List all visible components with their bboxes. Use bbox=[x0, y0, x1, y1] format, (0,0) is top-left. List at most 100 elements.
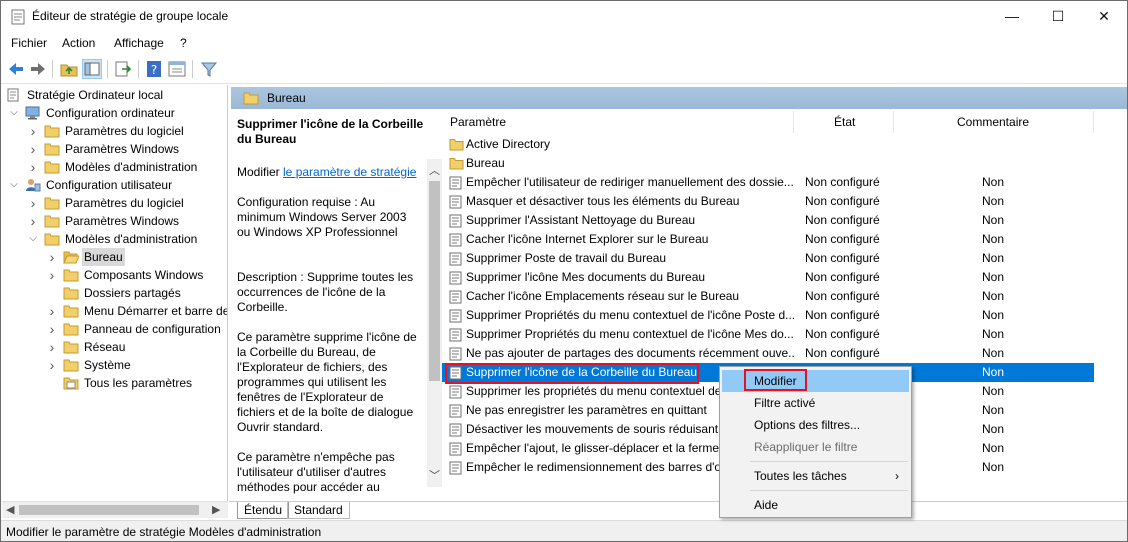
column-divider[interactable] bbox=[1093, 111, 1094, 133]
tree-item[interactable]: Dossiers partagés bbox=[2, 284, 227, 302]
forward-arrow-icon[interactable] bbox=[28, 59, 48, 79]
table-row[interactable]: Supprimer Poste de travail du Bureau Non … bbox=[442, 249, 1094, 268]
tree-item[interactable]: › Système bbox=[2, 356, 227, 374]
menu-affichage[interactable]: Affichage bbox=[114, 36, 164, 50]
table-row[interactable]: Supprimer Propriétés du menu contextuel … bbox=[442, 306, 1094, 325]
scroll-down-icon[interactable]: ﹀ bbox=[429, 467, 440, 483]
setting-comment: Non bbox=[982, 422, 1005, 436]
context-menu-item[interactable]: Aide bbox=[722, 494, 909, 516]
setting-state: Non configuré bbox=[805, 251, 880, 265]
tab-etendu[interactable]: Étendu bbox=[237, 502, 290, 519]
menu-action[interactable]: Action bbox=[62, 36, 95, 50]
menu-help[interactable]: ? bbox=[180, 36, 187, 50]
modify-prefix: Modifier bbox=[237, 165, 284, 179]
show-hide-tree-icon[interactable] bbox=[82, 59, 102, 79]
tree-horizontal-scrollbar[interactable]: ◀ ▶ bbox=[2, 501, 228, 518]
column-commentaire[interactable]: Commentaire bbox=[957, 115, 1029, 129]
tree-item[interactable]: ⌵ Configuration utilisateur bbox=[2, 176, 227, 194]
modifier-highlight bbox=[744, 369, 807, 391]
table-row[interactable]: Supprimer Propriétés du menu contextuel … bbox=[442, 325, 1094, 344]
table-row[interactable]: Active Directory bbox=[442, 135, 1094, 154]
tree-item[interactable]: › Paramètres Windows bbox=[2, 212, 227, 230]
tree-item[interactable]: › Modèles d'administration bbox=[2, 158, 227, 176]
chevron-right-icon[interactable]: › bbox=[28, 212, 38, 230]
chevron-right-icon[interactable]: › bbox=[28, 122, 38, 140]
column-divider[interactable] bbox=[893, 111, 894, 133]
filter-icon[interactable] bbox=[199, 59, 219, 79]
chevron-right-icon[interactable]: › bbox=[28, 194, 38, 212]
setting-name: Supprimer Propriétés du menu contextuel … bbox=[466, 308, 796, 322]
tree-item[interactable]: › Paramètres du logiciel bbox=[2, 122, 227, 140]
chevron-right-icon[interactable]: › bbox=[47, 338, 57, 356]
setting-comment: Non bbox=[982, 346, 1005, 360]
context-menu-item[interactable]: Options des filtres... bbox=[722, 414, 909, 436]
column-etat[interactable]: État bbox=[834, 115, 855, 129]
column-parametre[interactable]: Paramètre bbox=[450, 115, 506, 129]
tree-item[interactable]: › Composants Windows bbox=[2, 266, 227, 284]
description-vertical-scrollbar[interactable]: ︿ ﹀ bbox=[427, 159, 442, 487]
setting-comment: Non bbox=[982, 460, 1005, 474]
scroll-left-icon[interactable]: ◀ bbox=[6, 503, 14, 516]
tree-item[interactable]: Stratégie Ordinateur local bbox=[2, 86, 227, 104]
description-text: Description : Supprime toutes les occurr… bbox=[237, 270, 414, 314]
context-menu-item[interactable]: Filtre activé bbox=[722, 392, 909, 414]
scroll-right-icon[interactable]: ▶ bbox=[212, 503, 220, 516]
table-row[interactable]: Supprimer l'icône Mes documents du Burea… bbox=[442, 268, 1094, 287]
setting-comment: Non bbox=[982, 251, 1005, 265]
main-window: Éditeur de stratégie de groupe locale — … bbox=[0, 0, 1128, 542]
table-row[interactable]: Masquer et désactiver tous les éléments … bbox=[442, 192, 1094, 211]
table-row[interactable]: Empêcher l'utilisateur de rediriger manu… bbox=[442, 173, 1094, 192]
back-arrow-icon[interactable] bbox=[6, 59, 26, 79]
tree-item-label: Composants Windows bbox=[84, 268, 204, 282]
minimize-button[interactable]: — bbox=[989, 1, 1035, 32]
chevron-right-icon[interactable]: › bbox=[28, 158, 38, 176]
tree-item[interactable]: › Panneau de configuration bbox=[2, 320, 227, 338]
context-menu-item[interactable]: Toutes les tâches › bbox=[722, 465, 909, 487]
tree-item[interactable]: Tous les paramètres bbox=[2, 374, 227, 392]
setting-name: Ne pas ajouter de partages des documents… bbox=[466, 346, 796, 360]
close-button[interactable]: ✕ bbox=[1081, 1, 1127, 32]
tree-item[interactable]: › Paramètres du logiciel bbox=[2, 194, 227, 212]
table-row[interactable]: Ne pas ajouter de partages des documents… bbox=[442, 344, 1094, 363]
chevron-down-icon[interactable]: ⌵ bbox=[9, 104, 19, 122]
toolbar: ? bbox=[1, 55, 1127, 84]
policy-setting-icon bbox=[449, 461, 462, 481]
setting-name: Empêcher l'utilisateur de rediriger manu… bbox=[466, 175, 794, 189]
tree-item[interactable]: › Réseau bbox=[2, 338, 227, 356]
tree-item[interactable]: › Menu Démarrer et barre de bbox=[2, 302, 227, 320]
help-icon[interactable]: ? bbox=[144, 59, 164, 79]
edit-policy-link[interactable]: le paramètre de stratégie bbox=[283, 165, 416, 179]
properties-icon[interactable] bbox=[167, 59, 187, 79]
tree-item[interactable]: ⌵ Configuration ordinateur bbox=[2, 104, 227, 122]
scroll-thumb[interactable] bbox=[429, 181, 440, 381]
column-divider[interactable] bbox=[793, 111, 794, 133]
table-row[interactable]: Supprimer l'Assistant Nettoyage du Burea… bbox=[442, 211, 1094, 230]
scroll-up-icon[interactable]: ︿ bbox=[429, 162, 440, 178]
chevron-right-icon[interactable]: › bbox=[47, 266, 57, 284]
table-row[interactable]: Cacher l'icône Emplacements réseau sur l… bbox=[442, 287, 1094, 306]
chevron-right-icon[interactable]: › bbox=[47, 248, 57, 266]
up-folder-icon[interactable] bbox=[59, 59, 79, 79]
tree-item[interactable]: ⌵ Modèles d'administration bbox=[2, 230, 227, 248]
tab-standard[interactable]: Standard bbox=[287, 502, 350, 519]
chevron-right-icon[interactable]: › bbox=[47, 302, 57, 320]
menu-fichier[interactable]: Fichier bbox=[11, 36, 47, 50]
export-list-icon[interactable] bbox=[113, 59, 133, 79]
scroll-thumb[interactable] bbox=[19, 505, 199, 515]
setting-state: Non configuré bbox=[805, 289, 880, 303]
chevron-right-icon[interactable]: › bbox=[47, 320, 57, 338]
maximize-button[interactable]: ☐ bbox=[1035, 1, 1081, 32]
chevron-right-icon[interactable]: › bbox=[28, 140, 38, 158]
chevron-down-icon[interactable]: ⌵ bbox=[28, 230, 38, 248]
toolbar-separator bbox=[138, 60, 139, 78]
tree-item[interactable]: › Paramètres Windows bbox=[2, 140, 227, 158]
setting-name: Cacher l'icône Internet Explorer sur le … bbox=[466, 232, 709, 246]
table-row[interactable]: Cacher l'icône Internet Explorer sur le … bbox=[442, 230, 1094, 249]
table-row[interactable]: Bureau bbox=[442, 154, 1094, 173]
svg-text:?: ? bbox=[151, 63, 157, 77]
setting-comment: Non bbox=[982, 232, 1005, 246]
tree-item[interactable]: › Bureau bbox=[2, 248, 227, 266]
chevron-right-icon[interactable]: › bbox=[47, 356, 57, 374]
chevron-down-icon[interactable]: ⌵ bbox=[9, 176, 19, 194]
setting-state: Non configuré bbox=[805, 308, 880, 322]
